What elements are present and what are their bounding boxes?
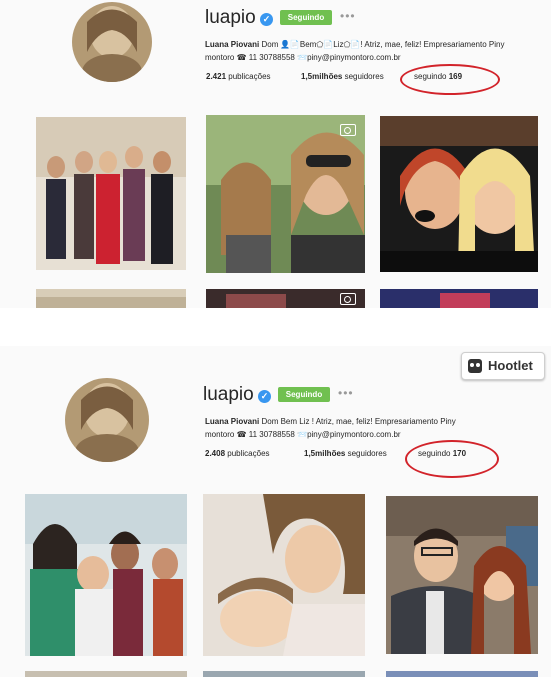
followers-count: 1,5milhões	[304, 449, 346, 458]
post-thumbnail[interactable]	[36, 289, 186, 308]
hootlet-button[interactable]: Hootlet	[461, 352, 545, 380]
bio-line-2: montoro ☎ 11 30788558 📨piny@pinymontoro.…	[205, 53, 401, 62]
separator-gap	[0, 308, 551, 346]
posts-count: 2.421	[206, 72, 227, 81]
username[interactable]: luapio	[205, 7, 256, 29]
post-thumbnail[interactable]	[386, 671, 538, 677]
posts-stat: 2.408 publicações	[205, 449, 270, 458]
profile-bio: Luana Piovani Dom Bem Liz ! Atriz, mae, …	[205, 415, 545, 441]
posts-count: 2.408	[205, 449, 226, 458]
post-thumbnail[interactable]	[203, 494, 365, 656]
followers-stat[interactable]: 1,5milhões seguidores	[304, 449, 387, 458]
post-thumbnail[interactable]	[36, 117, 186, 270]
posts-label: publicações	[227, 449, 270, 458]
bio-line-2: montoro ☎ 11 30788558 📨piny@pinymontoro.…	[205, 430, 401, 439]
bio-name: Luana Piovani	[205, 40, 260, 49]
video-camera-icon	[340, 124, 356, 136]
owl-icon	[468, 359, 482, 373]
profile-bio: Luana Piovani Dom⁠ 👤📄Bem⬠📄Liz⬠📄! Atriz, …	[205, 38, 545, 64]
post-thumbnail[interactable]	[206, 115, 365, 273]
bio-line-1: Dom Bem Liz ! Atriz, mae, feliz! Empresa…	[261, 417, 456, 426]
red-highlight-circle	[400, 64, 500, 95]
instagram-profile-screenshot-1: luapio ✓ Seguindo ••• Luana Piovani Dom⁠…	[0, 0, 551, 308]
post-thumbnail[interactable]	[203, 671, 365, 677]
post-thumbnail[interactable]	[25, 671, 187, 677]
post-thumbnail[interactable]	[206, 289, 365, 308]
followers-stat[interactable]: 1,5milhões seguidores	[301, 72, 384, 81]
profile-avatar[interactable]	[72, 2, 152, 82]
bio-name: Luana Piovani	[205, 417, 260, 426]
verified-badge-icon: ✓	[260, 13, 273, 26]
username[interactable]: luapio	[203, 384, 254, 406]
posts-stat: 2.421 publicações	[206, 72, 271, 81]
hootlet-label: Hootlet	[488, 358, 533, 373]
verified-badge-icon: ✓	[258, 390, 271, 403]
posts-label: publicações	[228, 72, 271, 81]
following-button[interactable]: Seguindo	[280, 10, 332, 25]
red-highlight-circle	[405, 440, 499, 478]
instagram-profile-screenshot-2: Hootlet luapio ✓ Seguindo ••• Luana Piov…	[0, 346, 551, 677]
post-thumbnail[interactable]	[380, 116, 538, 272]
more-options-icon[interactable]: •••	[340, 9, 356, 23]
video-camera-icon	[340, 293, 356, 305]
more-options-icon[interactable]: •••	[338, 386, 354, 400]
followers-label: seguidores	[344, 72, 384, 81]
post-thumbnail[interactable]	[380, 289, 538, 308]
post-thumbnail[interactable]	[25, 494, 187, 656]
post-thumbnail[interactable]	[386, 496, 538, 654]
bio-line-1: Dom⁠ 👤📄Bem⬠📄Liz⬠📄! Atriz, mae, feliz! Em…	[261, 40, 505, 49]
followers-count: 1,5milhões	[301, 72, 343, 81]
following-button[interactable]: Seguindo	[278, 387, 330, 402]
followers-label: seguidores	[347, 449, 387, 458]
